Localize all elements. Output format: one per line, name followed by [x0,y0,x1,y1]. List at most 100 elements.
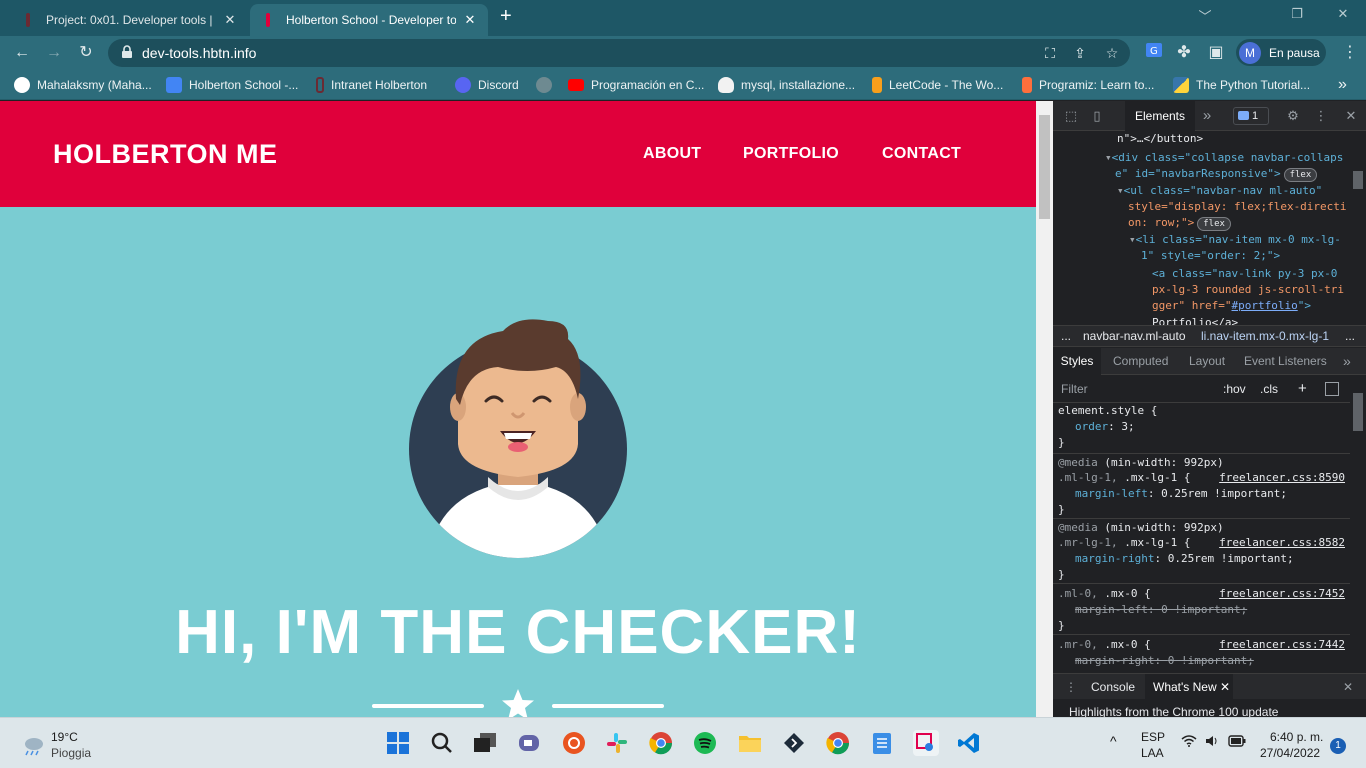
inspect-element-icon[interactable]: ⬚ [1063,108,1079,124]
keyboard-layout[interactable]: LAA [1141,746,1164,760]
breadcrumb-dots[interactable]: ... [1061,326,1071,346]
reload-icon[interactable]: ↻ [74,41,98,65]
style-rules[interactable]: element.style { order: 3; } @media (min-… [1053,403,1350,671]
tab-console[interactable]: Console [1091,674,1135,700]
battery-icon[interactable] [1228,735,1246,750]
bookmark-discord[interactable]: Discord [455,76,519,94]
tab-elements[interactable]: Elements [1125,101,1195,131]
bookmark-star-icon[interactable]: ☆ [1102,43,1122,63]
page-scrollbar[interactable] [1036,101,1053,717]
tray-chevron-icon[interactable]: ^ [1110,733,1117,749]
side-panel-icon[interactable]: ▣ [1204,41,1228,65]
wifi-icon[interactable] [1181,735,1197,750]
rule-declaration[interactable]: order: 3; [1075,419,1135,435]
extensions-puzzle-icon[interactable]: ✤ [1172,41,1196,65]
dom-line[interactable]: 1" style="order: 2;"> [1141,248,1350,265]
search-icon[interactable] [429,730,455,756]
bookmark-globe[interactable] [536,76,559,94]
vscode-icon[interactable] [956,730,982,756]
dom-line[interactable]: <a class="nav-link py-3 px-0 [1152,266,1350,283]
new-tab-button[interactable]: + [500,6,520,28]
file-explorer-icon[interactable] [737,730,763,756]
dom-line[interactable]: Portfolio</a> [1152,315,1350,325]
snipping-tool-icon[interactable] [913,730,939,756]
dom-line[interactable]: on: row;"> flex [1128,215,1350,232]
weather-temp[interactable]: 19°C [51,730,78,744]
nav-about[interactable]: ABOUT [643,145,701,163]
bookmark-mysql[interactable]: mysql, installazione... [718,76,855,94]
dom-line[interactable]: px-lg-3 rounded js-scroll-tri [1152,282,1350,299]
nav-portfolio[interactable]: PORTFOLIO [743,145,839,163]
url-text[interactable]: dev-tools.hbtn.info [142,45,256,61]
source-link[interactable]: freelancer.css:8590 [1219,470,1345,486]
filter-input[interactable]: Filter [1061,375,1088,403]
bookmark-leetcode[interactable]: LeetCode - The Wo... [872,76,1003,94]
hov-toggle[interactable]: :hov [1223,375,1246,403]
windows-start-icon[interactable] [385,730,411,756]
volume-icon[interactable] [1205,734,1219,751]
address-bar[interactable]: dev-tools.hbtn.info ⛶ ⇪ ☆ [108,39,1130,67]
devtools-menu-icon[interactable]: ⋮ [1313,108,1329,124]
task-view-icon[interactable] [472,730,498,756]
more-tabs-button[interactable]: » [1199,108,1215,124]
rule-selector[interactable]: .ml-0, .mx-0 {freelancer.css:7452 [1058,586,1345,602]
bookmarks-overflow-button[interactable]: » [1338,76,1347,94]
close-drawer-icon[interactable]: ✕ [1343,674,1353,700]
keyboard-language[interactable]: ESP [1141,730,1165,744]
rule-selector[interactable]: .ml-lg-1, .mx-lg-1 {freelancer.css:8590 [1058,470,1345,486]
tab-whats-new[interactable]: What's New ✕ [1145,674,1233,699]
chrome-profile-icon[interactable] [825,730,851,756]
bookmark-python[interactable]: The Python Tutorial... [1173,76,1310,94]
ubuntu-icon[interactable] [561,730,587,756]
cls-toggle[interactable]: .cls [1260,375,1278,403]
close-tab-icon[interactable]: ✕ [222,12,238,28]
weather-desc[interactable]: Pioggia [51,746,91,760]
source-link[interactable]: freelancer.css:8582 [1219,535,1345,551]
scrollbar-thumb[interactable] [1353,393,1363,431]
dom-line[interactable]: gger" href="#portfolio"> [1152,298,1350,315]
rule-selector[interactable]: element.style { [1058,403,1157,419]
portfolio-href-link[interactable]: #portfolio [1231,299,1297,312]
close-devtools-icon[interactable]: ✕ [1343,108,1359,124]
notification-badge[interactable]: 1 [1330,738,1346,754]
tab-layout[interactable]: Layout [1189,348,1225,375]
bookmark-youtube[interactable]: Programación en C... [568,76,704,94]
computed-sidebar-toggle-icon[interactable] [1325,382,1339,396]
more-style-tabs-button[interactable]: » [1343,348,1351,375]
settings-gear-icon[interactable]: ⚙ [1285,108,1301,124]
source-link[interactable]: freelancer.css:7442 [1219,637,1345,653]
spotify-icon[interactable] [692,730,718,756]
share-icon[interactable]: ⇪ [1070,43,1090,63]
back-arrow-icon[interactable]: ← [10,41,34,65]
dom-line[interactable]: ▾<ul class="navbar-nav ml-auto" [1117,183,1350,200]
tab-computed[interactable]: Computed [1113,348,1168,375]
rule-selector[interactable]: .mr-lg-1, .mx-lg-1 {freelancer.css:8582 [1058,535,1345,551]
tab-event-listeners[interactable]: Event Listeners [1244,348,1327,375]
styles-scrollbar[interactable] [1350,375,1366,671]
translate-icon[interactable]: ⛶ [1040,43,1060,63]
dom-scrollbar[interactable] [1350,131,1366,325]
nav-contact[interactable]: CONTACT [882,145,961,163]
device-toolbar-icon[interactable]: ▯ [1089,108,1105,124]
minimize-button[interactable]: ﹀ [1190,6,1220,25]
rule-declaration-overridden[interactable]: margin-left: 0 !important; [1075,602,1247,618]
source-link[interactable]: freelancer.css:7452 [1219,586,1345,602]
close-tab-icon[interactable]: ✕ [462,12,478,28]
dom-line[interactable]: style="display: flex;flex-directi [1128,199,1350,216]
teams-chat-icon[interactable] [516,730,542,756]
breadcrumb-ul[interactable]: navbar-nav.ml-auto [1083,326,1186,346]
bookmark-holberton-calendar[interactable]: Holberton School -... [166,76,298,94]
google-translate-extension-icon[interactable]: G [1142,41,1166,65]
profile-button[interactable]: M En pausa [1236,39,1326,66]
tab-styles[interactable]: Styles [1053,348,1101,375]
bookmark-github[interactable]: Mahalaksmy (Maha... [14,76,152,94]
tab-project-developer-tools[interactable]: Project: 0x01. Developer tools | H ✕ [10,4,248,36]
rule-declaration[interactable]: margin-left: 0.25rem !important; [1075,486,1287,502]
drawer-menu-icon[interactable]: ⋮ [1065,674,1077,700]
browser-menu-icon[interactable]: ⋮ [1338,41,1362,65]
dom-line[interactable]: ▾<div class="collapse navbar-collaps [1105,150,1350,167]
flex-badge[interactable]: flex [1197,217,1231,231]
chrome-icon[interactable] [648,730,674,756]
scrollbar-thumb[interactable] [1039,115,1050,219]
new-rule-button[interactable]: + [1298,375,1307,403]
